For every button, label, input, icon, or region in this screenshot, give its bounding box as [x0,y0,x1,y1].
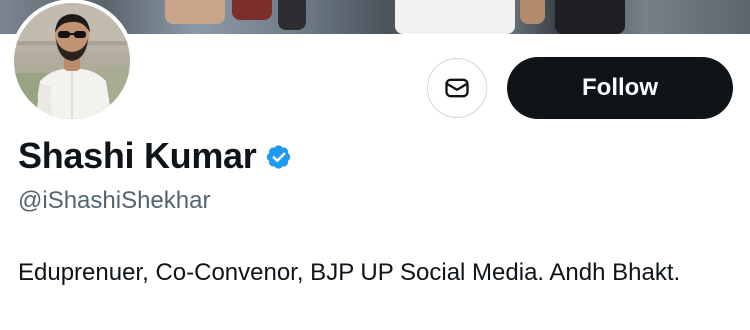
follow-button[interactable]: Follow [507,57,733,119]
profile-name-row: Shashi Kumar [18,134,293,178]
user-handle: @iShashiShekhar [18,187,211,214]
envelope-icon [445,78,469,98]
verified-badge-icon[interactable] [265,143,293,171]
avatar[interactable] [10,0,134,123]
message-button[interactable] [427,58,487,118]
avatar-image [14,3,130,119]
avatar-portrait [14,3,130,119]
display-name: Shashi Kumar [18,135,257,176]
profile-bio: Eduprenuer, Co-Convenor, BJP UP Social M… [18,259,681,286]
